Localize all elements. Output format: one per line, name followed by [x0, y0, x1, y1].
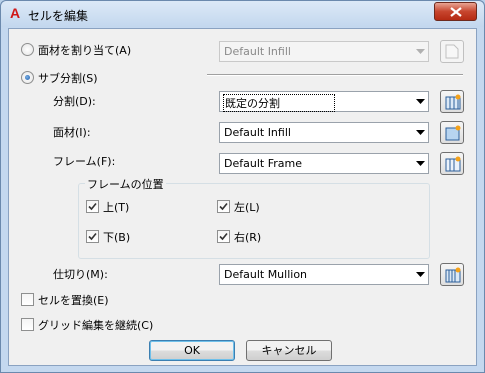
replace-cell-label[interactable]: セルを置換(E): [38, 292, 109, 308]
section-separator: [207, 74, 463, 76]
autocad-app-icon: A: [9, 5, 21, 21]
replace-cell-checkbox[interactable]: [21, 293, 34, 306]
checkmark-icon: [88, 202, 97, 211]
assign-material-select[interactable]: Default Infill: [219, 41, 429, 62]
material-edit-button[interactable]: [440, 121, 464, 144]
frame-bottom-checkbox[interactable]: [86, 230, 99, 243]
mullion-edit-icon: [445, 267, 461, 283]
frame-edit-button[interactable]: [440, 152, 464, 175]
frame-left-label[interactable]: 左(L): [234, 199, 260, 215]
frame-select[interactable]: Default Frame: [219, 153, 429, 174]
continue-grid-edit-label[interactable]: グリッド編集を継続(C): [38, 317, 153, 333]
checkmark-icon: [219, 202, 228, 211]
material-label: 面材(I):: [53, 126, 91, 139]
division-edit-button[interactable]: [440, 90, 464, 113]
close-icon: [450, 7, 462, 17]
frame-position-title: フレームの位置: [85, 176, 166, 192]
mullion-value: Default Mullion: [224, 268, 308, 281]
cancel-button[interactable]: キャンセル: [246, 340, 332, 361]
chevron-down-icon: [416, 161, 425, 166]
frame-label: フレーム(F):: [53, 155, 116, 168]
infill-edit-icon: [445, 125, 461, 141]
chevron-down-icon: [416, 99, 425, 104]
subdivision-radio[interactable]: [21, 71, 34, 84]
frame-value: Default Frame: [224, 157, 302, 170]
assign-material-value: Default Infill: [224, 45, 291, 58]
frame-left-checkbox[interactable]: [217, 200, 230, 213]
page-icon: [445, 44, 459, 59]
dialog-body: 面材を割り当て(A) Default Infill サブ分割(S) 分割(D):…: [8, 28, 477, 366]
chevron-down-icon: [416, 49, 425, 54]
checkmark-icon: [88, 232, 97, 241]
frame-right-checkbox[interactable]: [217, 230, 230, 243]
frame-bottom-label[interactable]: 下(B): [103, 229, 130, 245]
chevron-down-icon: [416, 130, 425, 135]
dialog-window: A セルを編集 面材を割り当て(A) Default Infill サブ分割(S…: [0, 0, 485, 373]
grid-edit-icon: [445, 94, 461, 110]
frame-right-label[interactable]: 右(R): [234, 229, 261, 245]
mullion-label: 仕切り(M):: [53, 268, 108, 281]
assign-material-radio[interactable]: [21, 43, 34, 56]
close-button[interactable]: [434, 2, 477, 21]
title-bar[interactable]: A セルを編集: [1, 1, 484, 27]
frame-position-group: [78, 183, 430, 259]
division-label: 分割(D):: [53, 95, 96, 108]
frame-top-checkbox[interactable]: [86, 200, 99, 213]
division-select[interactable]: 既定の分割: [219, 91, 429, 112]
assign-material-label[interactable]: 面材を割り当て(A): [38, 42, 131, 58]
material-value: Default Infill: [224, 126, 291, 139]
frame-edit-icon: [445, 156, 461, 172]
material-select[interactable]: Default Infill: [219, 122, 429, 143]
subdivision-label[interactable]: サブ分割(S): [38, 70, 98, 86]
continue-grid-edit-checkbox[interactable]: [21, 318, 34, 331]
division-value: 既定の分割: [223, 94, 335, 112]
ok-button[interactable]: OK: [149, 340, 235, 361]
dialog-title: セルを編集: [28, 9, 89, 23]
chevron-down-icon: [416, 272, 425, 277]
mullion-edit-button[interactable]: [440, 263, 464, 286]
checkmark-icon: [219, 232, 228, 241]
assign-material-edit-button[interactable]: [440, 40, 464, 63]
mullion-select[interactable]: Default Mullion: [219, 264, 429, 285]
frame-top-label[interactable]: 上(T): [103, 199, 129, 215]
